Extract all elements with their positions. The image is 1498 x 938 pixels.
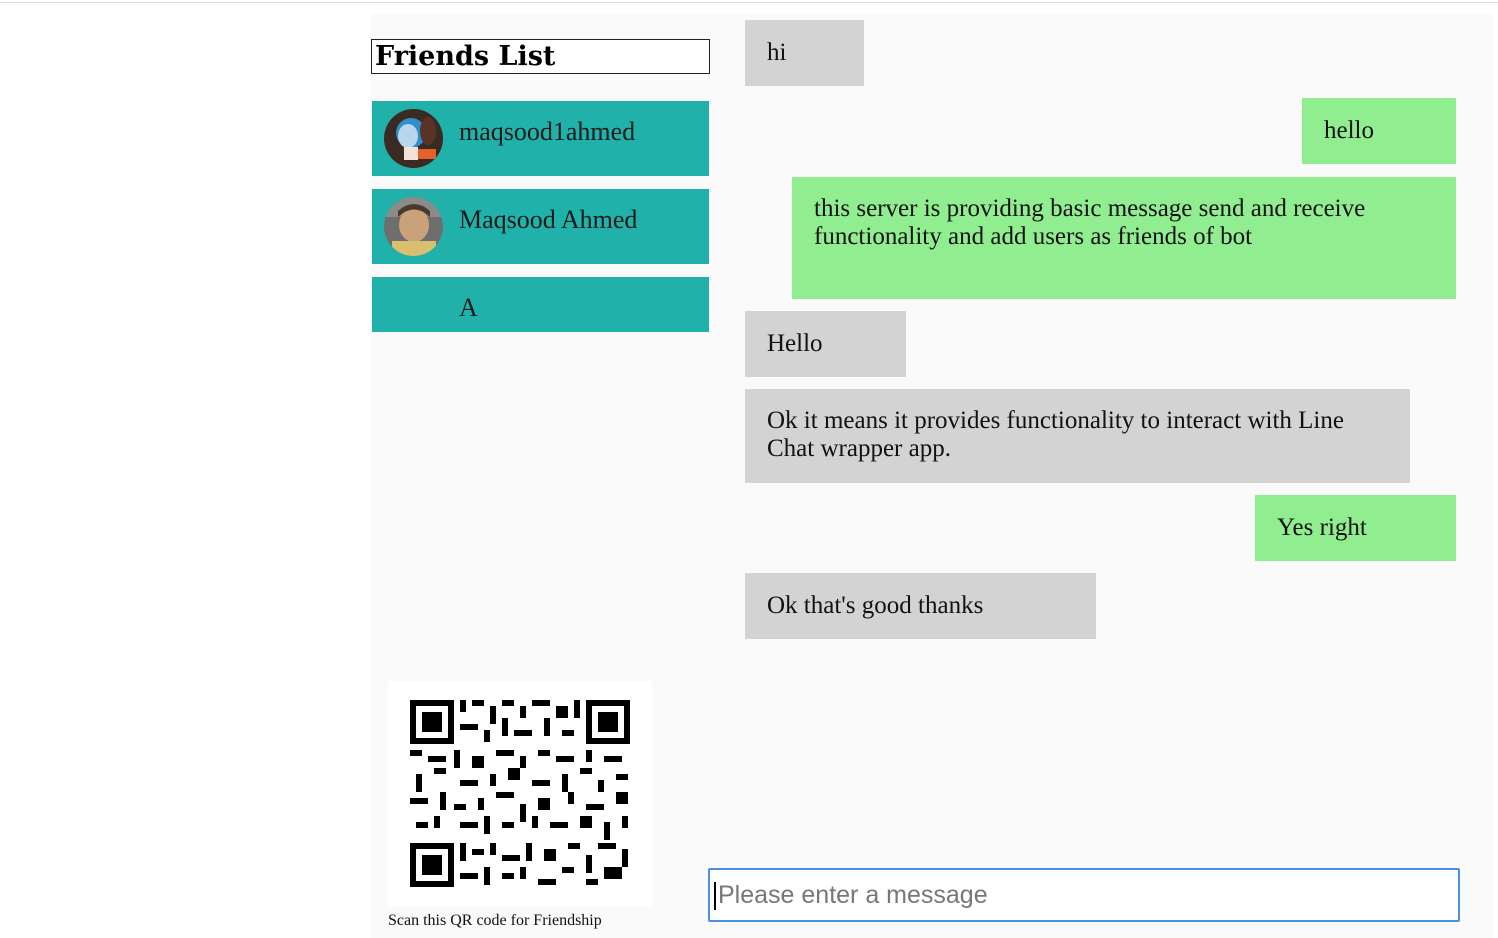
message-text: Ok that's good thanks bbox=[767, 592, 984, 619]
message-received: Hello bbox=[745, 311, 906, 377]
friends-list-title: Friends List bbox=[371, 39, 710, 74]
qr-code bbox=[388, 681, 652, 907]
friend-name: maqsood1ahmed bbox=[459, 117, 636, 146]
message-text: hi bbox=[767, 39, 787, 66]
message-text: Yes right bbox=[1277, 514, 1367, 541]
message-input-container[interactable] bbox=[708, 868, 1460, 922]
avatar bbox=[384, 275, 443, 334]
message-sent: Yes right bbox=[1255, 495, 1456, 561]
friend-item[interactable]: maqsood1ahmed bbox=[372, 101, 709, 176]
message-text: Hello bbox=[767, 330, 823, 357]
message-sent: hello bbox=[1302, 98, 1456, 164]
message-received: Ok it means it provides functionality to… bbox=[745, 389, 1410, 483]
friend-name: Maqsood Ahmed bbox=[459, 205, 638, 234]
message-received: hi bbox=[745, 20, 864, 86]
message-text: Ok it means it provides functionality to… bbox=[767, 407, 1344, 462]
avatar bbox=[384, 109, 443, 168]
message-input[interactable] bbox=[718, 876, 1438, 914]
avatar bbox=[384, 197, 443, 256]
message-text: this server is providing basic message s… bbox=[814, 195, 1366, 250]
message-text: hello bbox=[1324, 117, 1374, 144]
qr-caption: Scan this QR code for Friendship bbox=[388, 912, 602, 929]
message-received: Ok that's good thanks bbox=[745, 573, 1096, 639]
friend-name: A bbox=[459, 293, 478, 322]
top-divider bbox=[0, 2, 1498, 3]
friend-item[interactable]: A bbox=[372, 277, 709, 332]
message-sent: this server is providing basic message s… bbox=[792, 177, 1456, 299]
text-caret bbox=[714, 882, 716, 910]
friend-item[interactable]: Maqsood Ahmed bbox=[372, 189, 709, 264]
